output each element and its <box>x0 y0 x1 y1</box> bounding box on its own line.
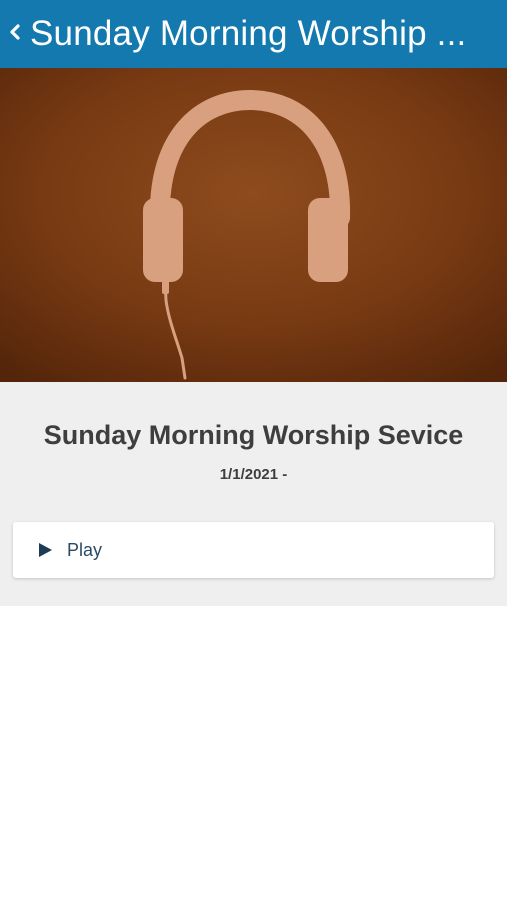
media-date: 1/1/2021 - <box>219 466 288 483</box>
back-button[interactable] <box>4 14 26 54</box>
chevron-left-icon <box>8 21 22 48</box>
headphones-artwork <box>0 68 507 382</box>
page-title: Sunday Morning Worship ... <box>30 14 467 53</box>
media-info-panel: Sunday Morning Worship Sevice 1/1/2021 -… <box>0 382 507 606</box>
play-button[interactable]: Play <box>13 522 494 578</box>
play-label: Play <box>67 539 103 560</box>
media-title: Sunday Morning Worship Sevice <box>43 420 464 450</box>
top-app-bar: Sunday Morning Worship ... <box>0 0 507 68</box>
play-icon <box>37 542 53 558</box>
